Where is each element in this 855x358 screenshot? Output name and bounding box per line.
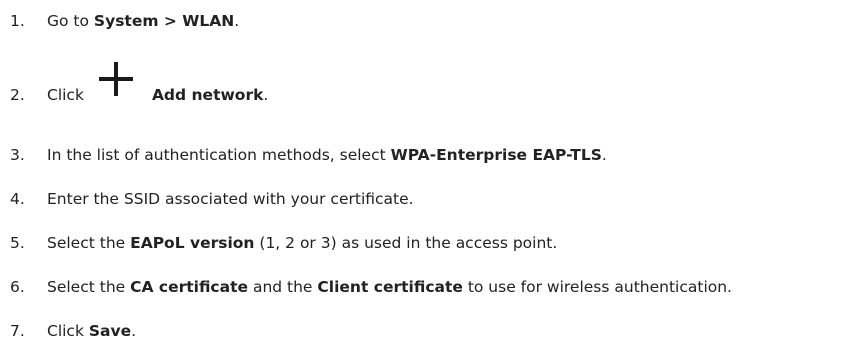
step-4: 4. Enter the SSID associated with your ce…	[10, 189, 414, 209]
step-7: 7. Click Save.	[10, 321, 136, 341]
save-label: Save	[88, 322, 132, 340]
punctuation: .	[234, 12, 240, 30]
step-1: 1. Go to System > WLAN.	[10, 11, 239, 31]
step-text: In the list of authentication methods, s…	[47, 146, 391, 164]
step-number: 7.	[10, 322, 25, 340]
step-number: 4.	[10, 190, 25, 208]
step-text: Enter the SSID associated with your cert…	[47, 190, 414, 208]
punctuation: .	[131, 322, 137, 340]
step-text: Click	[47, 86, 84, 104]
step-text: Select the	[47, 234, 131, 252]
auth-method-label: WPA-Enterprise EAP-TLS	[390, 146, 602, 164]
step-number: 6.	[10, 278, 25, 296]
step-number: 3.	[10, 146, 25, 164]
step-2: 2. Click Add network.	[10, 62, 269, 105]
step-text: and the	[248, 278, 318, 296]
punctuation: .	[263, 86, 269, 104]
eapol-version-label: EAPoL version	[130, 234, 255, 252]
step-3: 3. In the list of authentication methods,…	[10, 145, 607, 165]
step-text: (1, 2 or 3) as used in the access point.	[254, 234, 558, 252]
menu-path: System > WLAN	[93, 12, 235, 30]
add-network-label: Add network	[151, 86, 264, 104]
client-certificate-label: Client certificate	[317, 278, 463, 296]
step-number: 5.	[10, 234, 25, 252]
instruction-steps: 1. Go to System > WLAN. 2. Click Add networ…	[0, 0, 855, 358]
step-text: Click	[47, 322, 89, 340]
plus-icon	[96, 62, 136, 102]
step-number: 1.	[10, 12, 25, 30]
step-text: Select the	[47, 278, 131, 296]
step-5: 5. Select the EAPoL version (1, 2 or 3) a…	[10, 233, 557, 253]
ca-certificate-label: CA certificate	[130, 278, 249, 296]
step-text: Go to	[47, 12, 94, 30]
punctuation: .	[601, 146, 607, 164]
step-6: 6. Select the CA certificate and the Clie…	[10, 277, 732, 297]
step-text: to use for wireless authentication.	[462, 278, 732, 296]
step-number: 2.	[10, 86, 25, 104]
